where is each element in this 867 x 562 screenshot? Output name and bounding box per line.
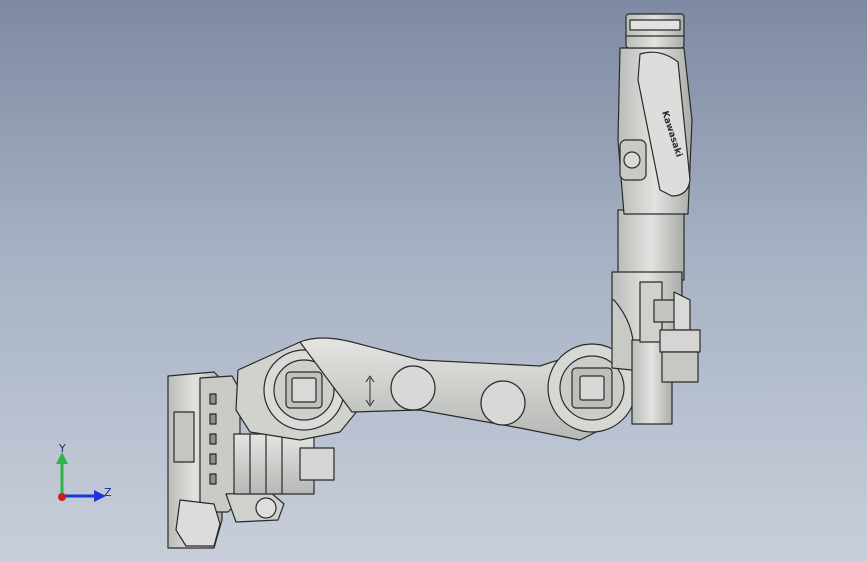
y-axis-label: Y <box>59 442 66 455</box>
lower-arm-boss-a <box>390 365 436 411</box>
wrist-flange <box>625 13 685 49</box>
robot-arm-model[interactable]: Kawasaki <box>0 0 867 562</box>
triad-graphic <box>56 452 106 502</box>
cad-viewport[interactable]: Kawasaki Y Z <box>0 0 867 562</box>
lower-arm-boss-b <box>480 380 526 426</box>
coordinate-triad: Y Z <box>44 440 124 510</box>
shoulder-motor <box>233 433 335 495</box>
triad-origin <box>58 493 66 501</box>
z-axis-label: Z <box>104 486 112 499</box>
forearm <box>617 47 693 215</box>
